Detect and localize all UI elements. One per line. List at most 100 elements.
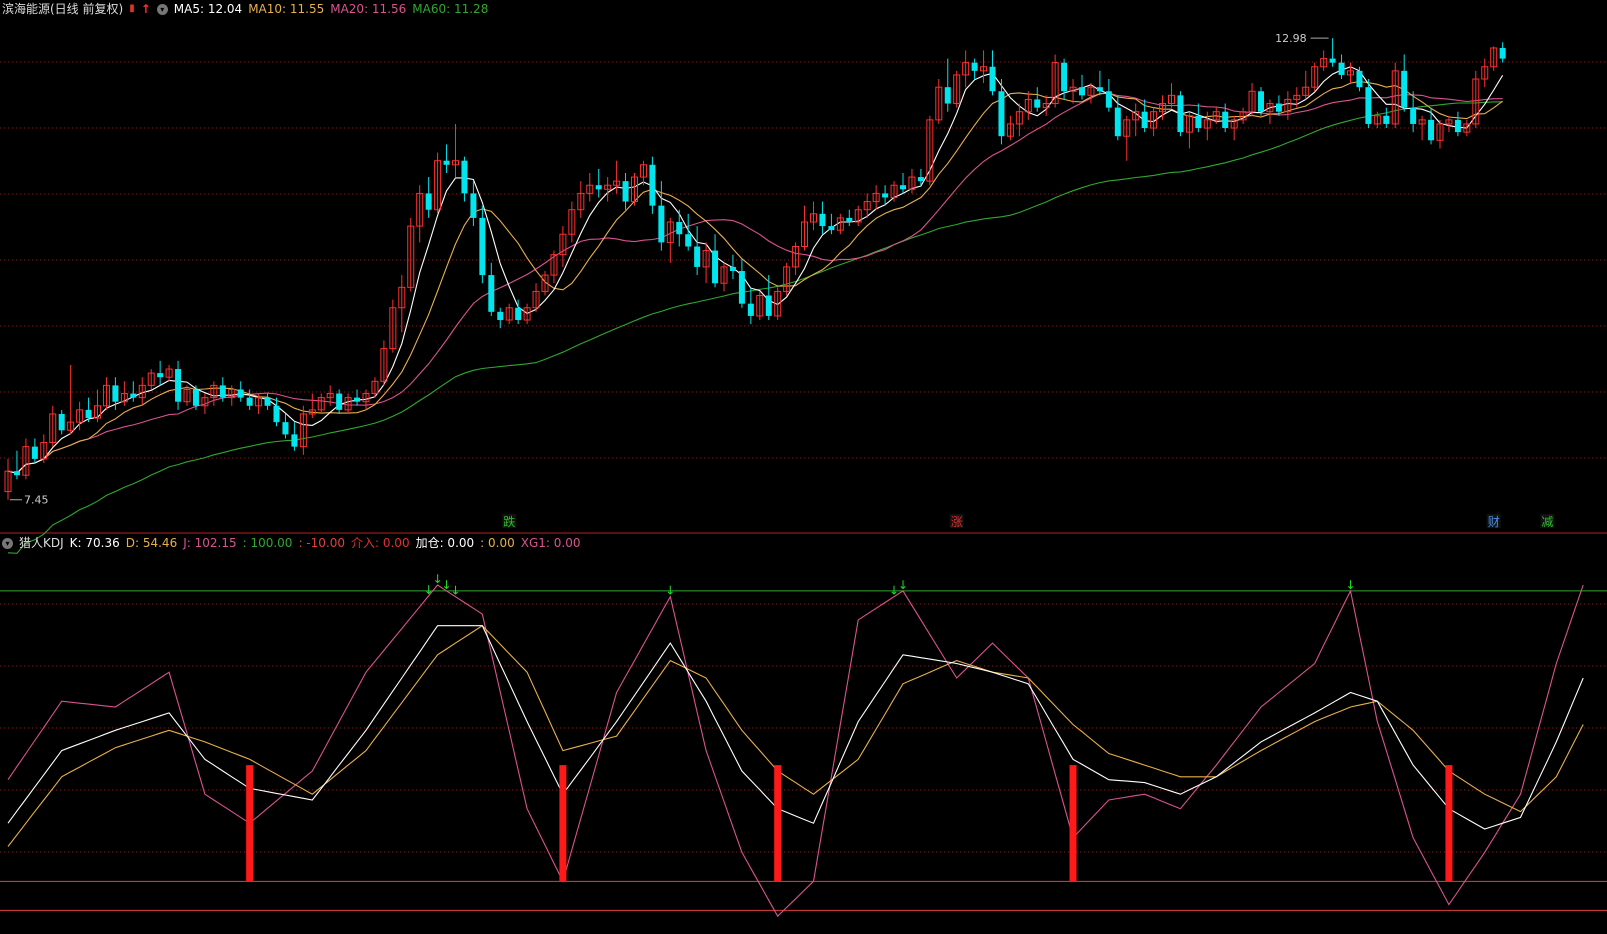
candle-body-down: [479, 217, 486, 276]
main-chart-header: 滨海能源(日线 前复权) ▮ ↑ ▾ MA5: 12.04 MA10: 11.5…: [2, 0, 488, 18]
candle-body-down: [846, 217, 853, 222]
candle-body-down: [1222, 111, 1229, 129]
candle-body-down: [828, 226, 835, 231]
legend-in: 介入: 0.00: [351, 536, 410, 550]
candle-body-down: [237, 389, 244, 398]
kdj-signal-bar: [1069, 765, 1077, 882]
candle-body-down: [515, 307, 522, 321]
candle-body-down: [1428, 119, 1435, 141]
kdj-k-line: [7, 625, 1584, 830]
candle-body-down: [112, 385, 119, 402]
kdj-signal-bar: [559, 765, 567, 882]
candle-body-down: [1141, 111, 1148, 129]
candle-body-down: [425, 193, 432, 210]
kdj-signal-bar: [1445, 765, 1453, 882]
arrow-up-icon[interactable]: ↑: [141, 0, 151, 18]
kdj-d-line: [7, 624, 1584, 847]
candle-body-down: [354, 397, 361, 402]
candle-body-down: [765, 295, 772, 316]
kdj-sell-arrow: ↓: [665, 584, 675, 598]
legend-d: D: 54.46: [125, 536, 178, 550]
candle-body-down: [1061, 62, 1068, 92]
candle-body-down: [685, 234, 692, 247]
event-tag-label: 涨: [951, 514, 963, 529]
candle-body-down: [738, 271, 745, 304]
candle-body-down: [998, 91, 1005, 137]
settings-dropdown-icon[interactable]: ▾: [156, 3, 168, 15]
legend-h2: : -10.00: [298, 536, 345, 550]
candle-body-down: [1383, 115, 1390, 124]
high-price-label: 12.98: [1275, 32, 1307, 45]
event-tag-label: 跌: [503, 514, 515, 529]
chart-stage: 12.98 7.45 跌涨财减 ↓ ↓ ↓ ↓ ↓ ↓ ↓ ↓ 滨海能源(日线 前复权) ▮ ↑ ▾…: [0, 0, 1607, 930]
candle-body-down: [712, 250, 719, 284]
candle-body-down: [917, 177, 924, 182]
candle-body-down: [336, 393, 343, 410]
candle-body-down: [264, 397, 271, 406]
kdj-sell-arrow: ↓: [450, 584, 460, 598]
candle-body-down: [246, 397, 253, 406]
lock-icon[interactable]: ▮: [129, 0, 135, 18]
candle-body-down: [470, 193, 477, 218]
event-tag-label: 减: [1541, 515, 1553, 529]
candle-body-down: [461, 160, 468, 194]
candle-body-down: [595, 185, 602, 190]
candle-body-down: [1114, 107, 1121, 137]
candle-body-down: [622, 181, 629, 202]
candle-body-down: [1195, 115, 1202, 129]
low-price-label: 7.45: [24, 494, 49, 507]
candle-body-down: [273, 405, 280, 423]
candle-body-down: [130, 393, 137, 398]
candle-body-down: [900, 185, 906, 190]
candle-body-down: [175, 369, 182, 402]
candle-body-down: [1338, 62, 1345, 75]
candle-body-down: [1401, 70, 1408, 108]
candle-body-down: [1329, 58, 1336, 63]
candle-body-down: [488, 275, 495, 312]
kdj-signal-bar: [774, 765, 782, 882]
candle-body-down: [1258, 91, 1264, 112]
legend-j: J: 102.15: [183, 536, 237, 550]
candle-body-down: [1454, 119, 1461, 133]
candle-body-down: [989, 66, 996, 92]
candle-body-down: [443, 160, 450, 165]
candle-body-down: [497, 311, 504, 321]
legend-ma10: MA10: 11.55: [248, 2, 325, 16]
candle-body-down: [85, 409, 92, 419]
candle-body-down: [1034, 99, 1041, 108]
candle-body-down: [58, 413, 65, 431]
candle-body-down: [882, 193, 889, 198]
legend-ma20: MA20: 11.56: [330, 2, 407, 16]
indicator-dropdown-icon[interactable]: ▾: [2, 537, 13, 549]
candle-body-down: [1105, 91, 1112, 108]
candle-body-down: [1365, 87, 1372, 124]
candle-body-down: [1177, 95, 1184, 133]
candle-body-down: [1499, 47, 1506, 59]
legend-z: : 0.00: [480, 536, 515, 550]
legend-ma5: MA5: 12.04: [173, 2, 243, 16]
ma60-line: [7, 101, 1503, 554]
candle-body-down: [819, 213, 826, 227]
candle-body-down: [1356, 70, 1363, 88]
kdj-j-line: [7, 584, 1584, 918]
candle-body-down: [282, 422, 289, 435]
candle-body-down: [694, 246, 701, 267]
stock-title: 滨海能源(日线 前复权): [2, 2, 124, 16]
candle-body-down: [157, 373, 164, 378]
candle-body-down: [1079, 87, 1085, 96]
candle-body-down: [31, 446, 38, 459]
legend-xg1: XG1: 0.00: [520, 536, 581, 550]
legend-ma60: MA60: 11.28: [412, 2, 489, 16]
event-tag-label: 财: [1488, 515, 1500, 529]
candle-body-down: [747, 303, 754, 316]
candle-body-down: [1410, 107, 1417, 124]
candle-body-down: [13, 471, 20, 476]
chart-canvas: 12.987.45跌涨财减↓↓↓↓ ↓ ↓↓ ↓: [0, 32, 1607, 918]
legend-add: 加仓: 0.00: [415, 536, 475, 550]
candle-body-down: [291, 434, 298, 447]
candle-body-down: [944, 87, 951, 104]
candle-body-down: [219, 385, 226, 398]
legend-h1: : 100.00: [242, 536, 293, 550]
kdj-sell-arrow: ↓: [898, 578, 908, 592]
candle-body-down: [1275, 103, 1282, 112]
